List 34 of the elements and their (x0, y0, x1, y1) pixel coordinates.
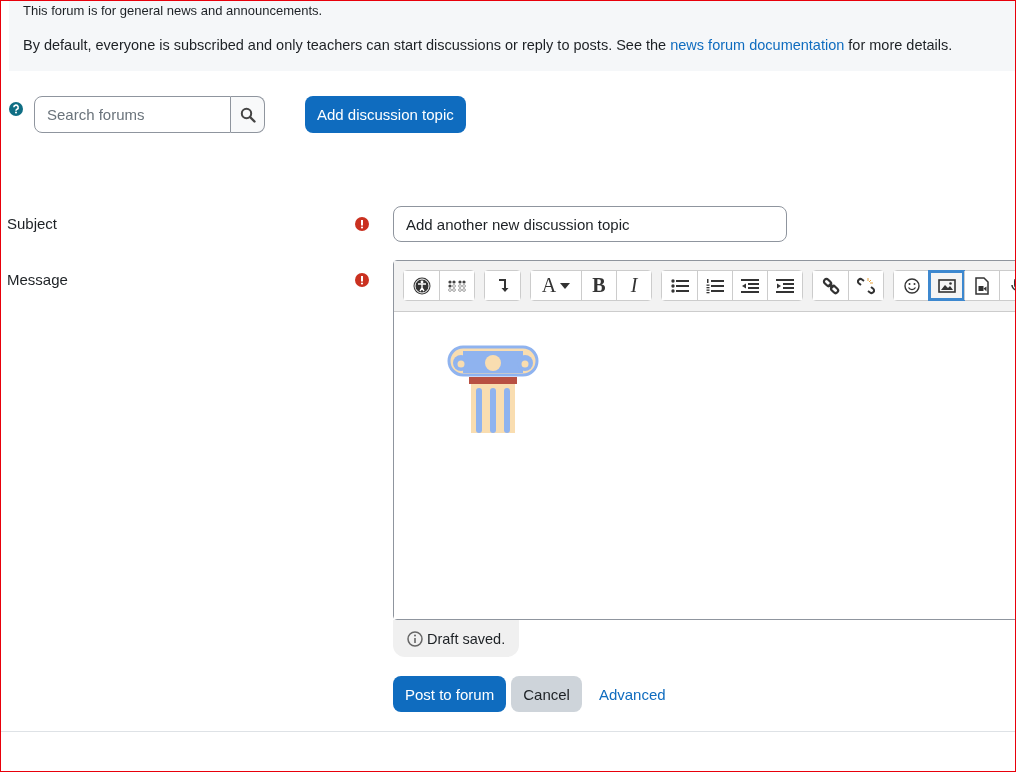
search-icon (239, 106, 256, 123)
cancel-button[interactable]: Cancel (511, 676, 582, 712)
documentation-link[interactable]: news forum documentation (670, 37, 845, 53)
toolbar-button[interactable] (929, 271, 964, 300)
add-discussion-button[interactable]: Add discussion topic (305, 96, 466, 133)
caret-icon (560, 282, 571, 289)
arrow-down-icon (496, 277, 509, 294)
info-icon (407, 630, 423, 647)
post-button[interactable]: Post to forum (393, 676, 507, 712)
search-button[interactable] (231, 96, 265, 133)
info-text: By default, everyone is subscribed and only teachers can start discussions or reply to posts. See the news forum documentation for more details. (23, 36, 953, 54)
smiley-icon (903, 277, 920, 294)
search-field[interactable]: Search forums (34, 96, 231, 133)
field-label: Message (6, 270, 69, 290)
help-icon (9, 102, 23, 116)
toolbar-button[interactable]: I (616, 271, 651, 300)
subject-field[interactable]: Add another new discussion topic (393, 206, 787, 242)
toolbar-button[interactable] (848, 271, 883, 300)
bullet-list-icon (670, 278, 689, 293)
toolbar-button[interactable] (485, 271, 520, 300)
link-icon (821, 276, 840, 295)
advanced-link[interactable]: Advanced (586, 676, 678, 712)
image-icon (938, 278, 956, 293)
field-label: Subject (6, 214, 59, 234)
unlink-icon (857, 276, 875, 295)
indent-icon (776, 278, 794, 293)
video-file-icon (975, 276, 989, 295)
info-text: This forum is for general news and announcements. (23, 2, 323, 20)
toolbar-button[interactable] (767, 271, 802, 300)
outdent-icon (741, 278, 759, 293)
accessibility-icon (412, 276, 431, 295)
numbered-list-icon (706, 277, 724, 294)
status-text: Draft saved. (427, 630, 506, 647)
braille-icon (447, 278, 467, 293)
